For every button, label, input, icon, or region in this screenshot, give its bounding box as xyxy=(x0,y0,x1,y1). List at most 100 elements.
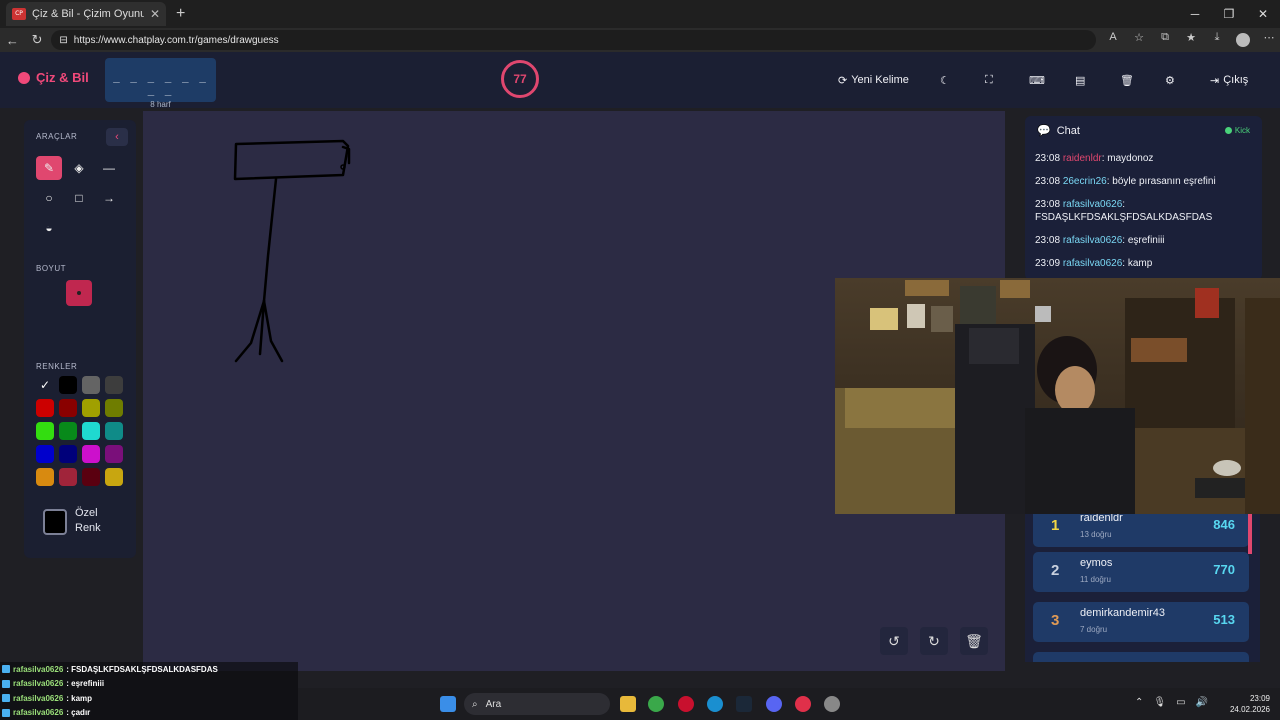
stream-chat-text: : kamp xyxy=(66,693,93,703)
taskbar-search[interactable]: ⌕ Ara xyxy=(464,693,610,715)
color-swatch[interactable] xyxy=(36,399,54,417)
favorite-star-icon[interactable]: ☆ xyxy=(1128,31,1150,50)
discord-icon[interactable] xyxy=(766,696,782,712)
site-favicon-icon: CP xyxy=(12,8,26,20)
color-swatch-selected[interactable]: ✓ xyxy=(36,376,54,394)
chat-username: rafasilva0626 xyxy=(1062,199,1123,210)
reload-button[interactable]: ↻ xyxy=(25,32,50,48)
color-swatch[interactable] xyxy=(105,399,123,417)
chrome-icon[interactable] xyxy=(648,696,664,712)
profile-avatar[interactable] xyxy=(1232,31,1254,50)
leaderboard-row: 1 raidenldr 13 doğru 846 xyxy=(1033,514,1249,547)
exit-button[interactable]: ⇥ Çıkış xyxy=(1210,70,1248,90)
circle-tool[interactable]: ○ xyxy=(36,186,62,210)
favorites-icon[interactable]: ★ xyxy=(1180,31,1202,50)
color-swatch[interactable] xyxy=(82,399,100,417)
settings-button[interactable]: ⚙ xyxy=(1165,70,1175,90)
color-swatch[interactable] xyxy=(59,399,77,417)
brush-size-selected[interactable] xyxy=(66,280,92,306)
fullscreen-button[interactable]: ⛶ xyxy=(985,70,993,90)
chat-text: : kamp xyxy=(1122,258,1153,269)
color-swatch[interactable] xyxy=(36,468,54,486)
chat-message: 23:08 26ecrin26: böyle pırasanın eşrefin… xyxy=(1035,175,1255,188)
new-word-button[interactable]: ⟳ Yeni Kelime xyxy=(838,70,909,90)
custom-color-picker[interactable] xyxy=(43,509,67,535)
player-name: eymos xyxy=(1080,557,1113,569)
media-player-icon[interactable] xyxy=(795,696,811,712)
browser-tab[interactable]: CP Çiz & Bil - Çizim Oyunu ✕ xyxy=(6,2,166,26)
color-swatch[interactable] xyxy=(36,445,54,463)
paint-bucket-icon: ◒ xyxy=(45,221,53,235)
back-button[interactable]: ← xyxy=(0,33,25,48)
eraser-tool[interactable]: ◈ xyxy=(66,156,92,180)
clear-canvas-button[interactable]: 🗑 xyxy=(960,627,988,655)
color-swatch[interactable] xyxy=(105,445,123,463)
close-window-button[interactable]: ✕ xyxy=(1246,0,1280,28)
archive-icon: ▤ xyxy=(1075,74,1086,87)
file-explorer-icon[interactable] xyxy=(620,696,636,712)
color-swatch[interactable] xyxy=(82,422,100,440)
opera-icon[interactable] xyxy=(678,696,694,712)
color-swatch[interactable] xyxy=(59,422,77,440)
collapse-panel-button[interactable]: ‹ xyxy=(106,128,128,146)
kick-status: Kick xyxy=(1224,126,1250,135)
chat-message: 23:08 rafasilva0626: FSDAŞLKFDSAKLŞFDSAL… xyxy=(1035,198,1255,224)
extensions-icon[interactable]: ⧉ xyxy=(1154,31,1176,50)
leaderboard-scrollbar[interactable] xyxy=(1248,514,1252,554)
downloads-icon[interactable]: ⤓ xyxy=(1206,31,1228,50)
minimize-button[interactable]: ─ xyxy=(1178,0,1212,28)
chat-time: 23:08 xyxy=(1035,153,1061,164)
app-logo[interactable]: Çiz & Bil xyxy=(18,70,89,85)
color-swatch[interactable] xyxy=(82,445,100,463)
keyboard-button[interactable]: ⌨ xyxy=(1029,70,1045,90)
line-tool[interactable]: — xyxy=(96,156,122,180)
player-name: demirkandemir43 xyxy=(1080,607,1165,619)
dark-mode-button[interactable]: ☾ xyxy=(940,70,950,90)
rank: 1 xyxy=(1051,517,1060,534)
volume-icon[interactable]: 🔊 xyxy=(1196,697,1208,708)
palette-icon xyxy=(18,71,30,84)
line-icon: — xyxy=(103,161,115,175)
chevron-up-icon[interactable]: ⌃ xyxy=(1135,697,1143,708)
color-swatch[interactable] xyxy=(59,376,77,394)
site-info-icon[interactable]: ⊟ xyxy=(59,35,67,46)
tab-close-icon[interactable]: ✕ xyxy=(150,7,160,21)
redo-button[interactable]: ↻ xyxy=(920,627,948,655)
color-swatch[interactable] xyxy=(59,445,77,463)
url-field[interactable]: ⊟ https://www.chatplay.com.tr/games/draw… xyxy=(51,30,1097,50)
read-aloud-icon[interactable]: A xyxy=(1102,31,1124,50)
color-swatch[interactable] xyxy=(82,468,100,486)
edge-icon[interactable] xyxy=(707,696,723,712)
browser-toolbar-icons: A ☆ ⧉ ★ ⤓ ⋯ xyxy=(1102,31,1280,50)
rectangle-tool[interactable]: □ xyxy=(66,186,92,210)
fill-tool[interactable]: ◒ xyxy=(36,216,62,240)
color-swatch[interactable] xyxy=(59,468,77,486)
keyboard-icon: ⌨ xyxy=(1029,74,1045,87)
archive-button[interactable]: ▤ xyxy=(1075,70,1085,90)
arrow-tool[interactable]: → xyxy=(96,186,122,210)
color-swatch[interactable] xyxy=(105,376,123,394)
webcam-image xyxy=(835,278,1280,514)
delete-button[interactable]: 🗑 xyxy=(1120,70,1134,90)
new-tab-button[interactable]: + xyxy=(176,5,185,23)
network-icon[interactable]: ▭ xyxy=(1176,697,1185,708)
color-swatch[interactable] xyxy=(105,422,123,440)
chat-username: rafasilva0626 xyxy=(1062,235,1123,246)
undo-button[interactable]: ↺ xyxy=(880,627,908,655)
brush-tool[interactable]: ✎ xyxy=(36,156,62,180)
stream-chat-text: : eşrefiniii xyxy=(66,679,105,689)
maximize-button[interactable]: ❐ xyxy=(1212,0,1246,28)
steam-icon[interactable] xyxy=(736,696,752,712)
color-swatch[interactable] xyxy=(36,422,54,440)
player-name: raidenldr xyxy=(1080,514,1123,524)
taskbar-clock[interactable]: 23:09 24.02.2026 xyxy=(1230,693,1270,715)
leaderboard-row xyxy=(1033,652,1249,662)
microphone-icon[interactable]: 🎙 xyxy=(1153,697,1166,708)
moon-icon: ☾ xyxy=(940,74,950,87)
windows-start-icon[interactable] xyxy=(440,696,456,712)
color-swatch[interactable] xyxy=(82,376,100,394)
color-swatch[interactable] xyxy=(105,468,123,486)
stream-chat-user: rafasilva0626 xyxy=(13,664,64,674)
more-menu-icon[interactable]: ⋯ xyxy=(1258,31,1280,50)
obs-icon[interactable] xyxy=(824,696,840,712)
